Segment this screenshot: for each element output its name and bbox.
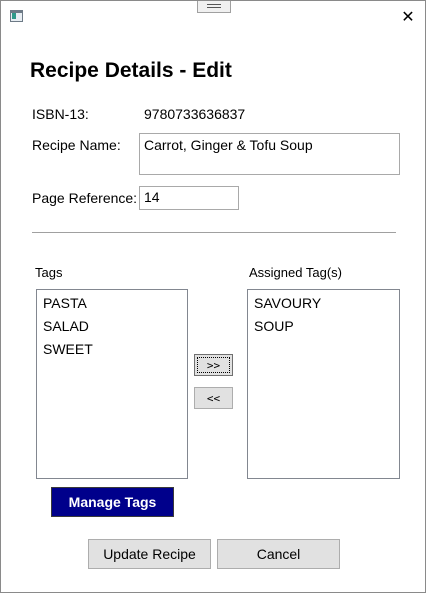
available-tags-list[interactable]: PASTA SALAD SWEET [36, 289, 188, 479]
list-item[interactable]: SWEET [43, 339, 181, 362]
close-button[interactable]: ✕ [391, 1, 425, 31]
close-icon: ✕ [401, 6, 415, 26]
page-reference-field[interactable]: 14 [139, 186, 239, 210]
manage-tags-button[interactable]: Manage Tags [51, 487, 174, 517]
recipe-name-label: Recipe Name: [32, 137, 121, 153]
list-item[interactable]: PASTA [43, 293, 181, 316]
drag-grip-handle[interactable] [197, 1, 231, 13]
page-title: Recipe Details - Edit [30, 59, 232, 82]
recipe-edit-window: ✕ Recipe Details - Edit ISBN-13: 9780733… [0, 0, 426, 593]
app-icon [10, 10, 23, 22]
page-reference-label: Page Reference: [32, 190, 138, 206]
cancel-button[interactable]: Cancel [217, 539, 340, 569]
update-recipe-button[interactable]: Update Recipe [88, 539, 211, 569]
list-item[interactable]: SALAD [43, 316, 181, 339]
divider [32, 232, 396, 233]
recipe-name-field[interactable]: Carrot, Ginger & Tofu Soup [139, 133, 400, 175]
list-item[interactable]: SOUP [254, 316, 393, 339]
title-bar: ✕ [1, 1, 425, 31]
assigned-tags-list[interactable]: SAVOURY SOUP [247, 289, 400, 479]
add-tag-button[interactable]: >> [194, 354, 233, 376]
assigned-tags-label: Assigned Tag(s) [249, 265, 342, 280]
isbn-value: 9780733636837 [144, 106, 246, 122]
tags-label: Tags [35, 265, 63, 280]
list-item[interactable]: SAVOURY [254, 293, 393, 316]
remove-tag-button[interactable]: << [194, 387, 233, 409]
isbn-label: ISBN-13: [32, 106, 89, 122]
